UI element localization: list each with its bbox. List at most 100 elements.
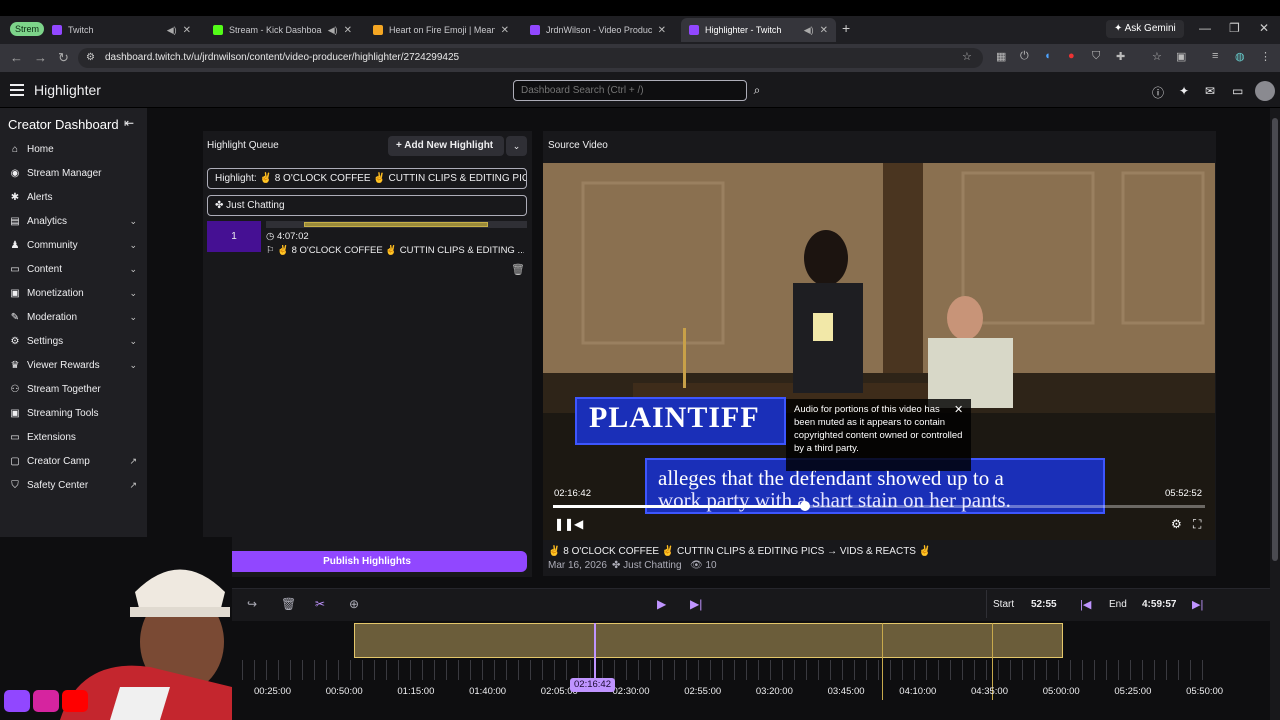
inbox-icon[interactable]: ✉ xyxy=(1205,84,1215,98)
sidebar-item-extensions[interactable]: ▭ Extensions xyxy=(0,425,147,449)
start-time-value[interactable]: 52:55 xyxy=(1031,599,1057,610)
record-extension-icon[interactable]: ● xyxy=(1068,50,1075,62)
help-icon[interactable]: ⓘ xyxy=(1152,84,1164,101)
sidebar-item-safety-center[interactable]: ⛉ Safety Center ↗ xyxy=(0,473,147,497)
clock-icon: ◷ xyxy=(266,231,277,242)
tab-close-icon[interactable]: ✕ xyxy=(820,25,828,36)
scrollbar-thumb[interactable] xyxy=(1272,118,1278,561)
browser-tab[interactable]: Highlighter - Twitch ◀) ✕ xyxy=(681,18,836,42)
menu-icon[interactable] xyxy=(10,84,24,99)
power-icon[interactable]: ⏻ xyxy=(1020,50,1029,63)
fullscreen-icon[interactable]: ⛶ xyxy=(1193,517,1201,532)
avatar[interactable] xyxy=(1255,81,1275,101)
speaker-icon[interactable]: ◀) xyxy=(167,25,177,36)
sidebar-item-alerts[interactable]: ✱ Alerts xyxy=(0,185,147,209)
sidebar-item-analytics[interactable]: ▤ Analytics ⌄ xyxy=(0,209,147,233)
add-highlight-dropdown[interactable]: ⌄ xyxy=(506,136,527,156)
title-icon: ⚐ xyxy=(266,245,278,256)
search-icon[interactable]: ⌕ xyxy=(746,80,768,101)
sparkle-icon[interactable]: ✦ xyxy=(1179,84,1189,98)
sidebar-item-label: Stream Manager xyxy=(27,167,102,179)
sidebar-item-moderation[interactable]: ✎ Moderation ⌄ xyxy=(0,305,147,329)
tab-close-icon[interactable]: ✕ xyxy=(344,25,352,36)
maximize-icon[interactable]: ❐ xyxy=(1229,21,1240,35)
url-bar[interactable]: dashboard.twitch.tv/u/jrdnwilson/content… xyxy=(78,48,983,68)
sidebar-item-creator-camp[interactable]: ▢ Creator Camp ↗ xyxy=(0,449,147,473)
add-new-highlight-button[interactable]: + Add New Highlight xyxy=(388,136,504,156)
browser-tab[interactable]: Heart on Fire Emoji | Meanin ✕ xyxy=(365,18,517,42)
playhead[interactable] xyxy=(594,623,596,683)
tab-search-icon[interactable]: ▣ xyxy=(1176,50,1186,63)
chevron-down-icon: ⌄ xyxy=(129,335,137,346)
close-icon[interactable]: ✕ xyxy=(954,403,963,416)
chevron-down-icon: ⌄ xyxy=(129,215,137,226)
sidebar-item-community[interactable]: ♟ Community ⌄ xyxy=(0,233,147,257)
skip-to-end-icon[interactable]: ▶| xyxy=(690,597,702,611)
highlight-clip-range[interactable] xyxy=(354,623,1063,658)
sidebar-item-label: Community xyxy=(27,239,78,251)
chat-icon[interactable]: ▭ xyxy=(1232,84,1243,98)
browser-tab[interactable]: JrdnWilson - Video Producer - ✕ xyxy=(522,18,674,42)
scissors-icon[interactable]: ✂ xyxy=(315,597,325,611)
redo-icon[interactable]: ↪ xyxy=(247,597,257,611)
puzzle-icon[interactable]: ✚ xyxy=(1116,50,1125,63)
speaker-icon[interactable]: ◀) xyxy=(328,25,338,36)
add-marker-icon[interactable]: ⊕ xyxy=(349,597,359,611)
video-date: Mar 16, 2026 xyxy=(548,560,607,571)
shield-extension-icon[interactable]: ⛉ xyxy=(1092,50,1100,63)
publish-highlights-button[interactable]: Publish Highlights xyxy=(207,551,527,572)
bookmark-star-icon[interactable]: ☆ xyxy=(962,50,972,63)
reload-icon[interactable]: ↻ xyxy=(58,50,69,66)
video-category-label: Just Chatting xyxy=(623,560,682,571)
sidebar-item-label: Viewer Rewards xyxy=(27,359,100,371)
new-tab-button[interactable]: + xyxy=(842,20,850,36)
minimize-icon[interactable]: — xyxy=(1199,21,1211,35)
sidebar-item-viewer-rewards[interactable]: ♛ Viewer Rewards ⌄ xyxy=(0,353,147,377)
audio-extension-icon[interactable]: ◖ xyxy=(1044,50,1051,62)
extension-icon[interactable]: ▦ xyxy=(996,50,1006,63)
tab-close-icon[interactable]: ✕ xyxy=(501,25,509,36)
highlight-title-field[interactable]: Highlight: ✌ 8 O'CLOCK COFFEE ✌ CUTTIN C… xyxy=(207,168,527,189)
sidebar-item-stream-together[interactable]: ⚇ Stream Together xyxy=(0,377,147,401)
content-icon: ▭ xyxy=(10,263,20,275)
sidebar-item-content[interactable]: ▭ Content ⌄ xyxy=(0,257,147,281)
media-icon[interactable]: ≡ xyxy=(1212,50,1218,62)
trash-icon[interactable]: 🗑 xyxy=(281,597,296,611)
delete-icon[interactable]: 🗑 xyxy=(511,263,525,276)
forward-icon[interactable]: → xyxy=(34,50,47,65)
profile-chip[interactable]: Strem xyxy=(10,22,45,36)
site-info-icon[interactable]: ⚙ xyxy=(86,52,95,63)
timeline-tick-label: 03:20:00 xyxy=(755,686,793,697)
profile-avatar-icon[interactable]: ◍ xyxy=(1235,50,1245,63)
sidebar-item-home[interactable]: ⌂ Home xyxy=(0,137,147,161)
volume-icon[interactable]: ◀ xyxy=(574,517,583,531)
bookmarks-icon[interactable]: ☆ xyxy=(1152,50,1162,63)
tab-close-icon[interactable]: ✕ xyxy=(658,25,666,36)
sidebar-item-streaming-tools[interactable]: ▣ Streaming Tools xyxy=(0,401,147,425)
set-start-icon[interactable]: |◀ xyxy=(1080,598,1091,611)
back-icon[interactable]: ← xyxy=(10,50,23,65)
pause-icon[interactable]: ❚❚ xyxy=(554,517,574,531)
extensions-icon: ▭ xyxy=(10,431,20,443)
category-field[interactable]: ✤ Just Chatting xyxy=(207,195,527,216)
sidebar-item-monetization[interactable]: ▣ Monetization ⌄ xyxy=(0,281,147,305)
close-window-icon[interactable]: ✕ xyxy=(1259,21,1269,35)
browser-tab[interactable]: Stream - Kick Dashboard ◀) ✕ xyxy=(205,18,360,42)
speaker-icon[interactable]: ◀) xyxy=(804,25,814,36)
settings-icon[interactable]: ⚙ xyxy=(1171,517,1182,531)
end-time-value[interactable]: 4:59:57 xyxy=(1142,599,1176,610)
search-input[interactable] xyxy=(513,80,747,101)
sidebar-item-label: Monetization xyxy=(27,287,84,299)
scrubber-handle[interactable] xyxy=(799,501,810,511)
play-icon[interactable]: ▶ xyxy=(657,597,666,611)
browser-menu-icon[interactable]: ⋮ xyxy=(1260,50,1271,63)
browser-tab[interactable]: Twitch ◀) ✕ xyxy=(44,18,199,42)
tab-favicon-icon xyxy=(689,25,699,35)
set-end-icon[interactable]: ▶| xyxy=(1192,598,1203,611)
sidebar-item-stream-manager[interactable]: ◉ Stream Manager xyxy=(0,161,147,185)
tab-close-icon[interactable]: ✕ xyxy=(183,25,191,36)
sidebar-item-settings[interactable]: ⚙ Settings ⌄ xyxy=(0,329,147,353)
collapse-sidebar-icon[interactable]: ⇤ xyxy=(124,116,134,130)
queue-item-number[interactable]: 1 xyxy=(207,221,261,252)
ask-gemini-button[interactable]: ✦ Ask Gemini xyxy=(1106,20,1184,38)
